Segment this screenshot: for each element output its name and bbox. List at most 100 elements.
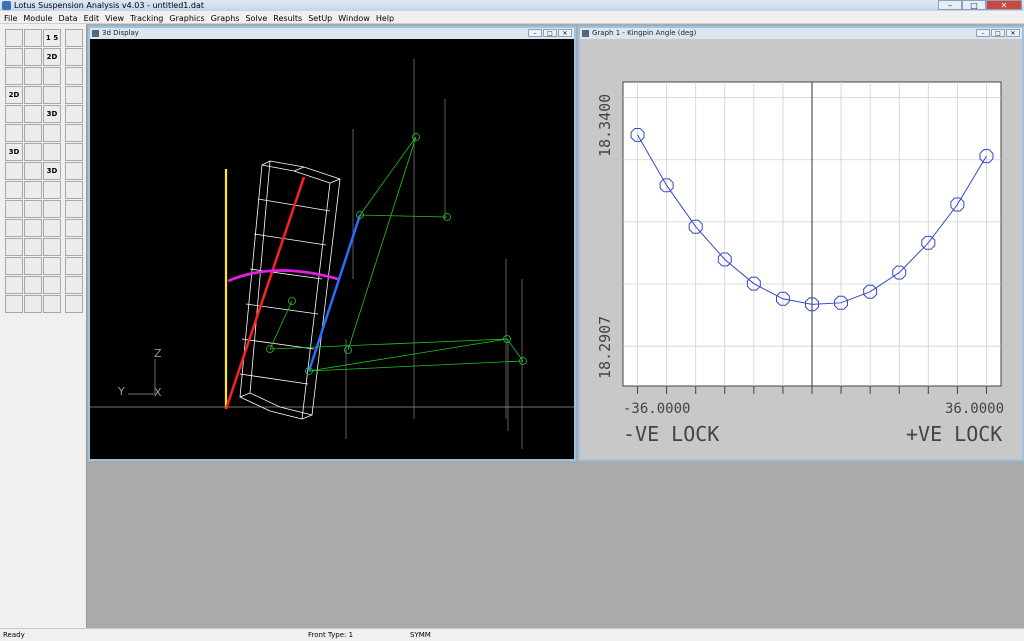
- window-graph-1[interactable]: Graph 1 - Kingpin Angle (deg) – □ ✕ 18.2…: [578, 26, 1024, 461]
- image-icon[interactable]: [43, 295, 61, 313]
- cube-icon[interactable]: [24, 181, 42, 199]
- roll-2d-icon[interactable]: 2D: [5, 86, 23, 104]
- window-3d-display-title: 3d Display: [102, 29, 139, 37]
- kingpin-angle-chart[interactable]: 18.2907 18.3400 -36.0000 36.0000 -VE LOC…: [580, 39, 1022, 459]
- window-graph-1-caption[interactable]: Graph 1 - Kingpin Angle (deg) – □ ✕: [580, 28, 1022, 39]
- bump-3d-icon[interactable]: [5, 105, 23, 123]
- x-tick-label-max: 36.0000: [945, 401, 1004, 417]
- front-label-icon[interactable]: [65, 86, 83, 104]
- window-controls: – □ ✕: [938, 0, 1022, 10]
- points-icon[interactable]: [65, 219, 83, 237]
- menu-results[interactable]: Results: [270, 13, 305, 25]
- car-side-icon[interactable]: [43, 200, 61, 218]
- car-icon[interactable]: [43, 238, 61, 256]
- green-cube-icon[interactable]: [24, 162, 42, 180]
- minimize-button[interactable]: –: [976, 29, 990, 37]
- green-cube-icon[interactable]: [24, 200, 42, 218]
- app-icon: [2, 1, 11, 10]
- menu-window[interactable]: Window: [335, 13, 373, 25]
- crosshair-icon[interactable]: [5, 219, 23, 237]
- teal-link-icon[interactable]: [5, 257, 23, 275]
- move-icon[interactable]: [5, 276, 23, 294]
- move-icon[interactable]: [5, 295, 23, 313]
- close-button[interactable]: ✕: [986, 0, 1022, 10]
- menu-bar: File Module Data Edit View Tracking Graphics Gr…: [0, 11, 1024, 24]
- axes-icon[interactable]: [5, 200, 23, 218]
- menu-setup[interactable]: SetUp: [305, 13, 335, 25]
- wave-icon[interactable]: [24, 105, 42, 123]
- tool-icon[interactable]: [65, 48, 83, 66]
- report-icon[interactable]: [65, 29, 83, 47]
- values-icon[interactable]: [43, 67, 61, 85]
- roll-3d-icon[interactable]: [5, 124, 23, 142]
- car-icon[interactable]: [5, 181, 23, 199]
- red-dots-icon[interactable]: [5, 238, 23, 256]
- tyre-icon[interactable]: [65, 143, 83, 161]
- minimize-button[interactable]: –: [528, 29, 542, 37]
- window-3d-display-caption[interactable]: 3d Display – □ ✕: [90, 28, 574, 39]
- wheel-icon[interactable]: [43, 124, 61, 142]
- y-tick-label-max: 18.3400: [596, 94, 614, 157]
- close-button[interactable]: ✕: [558, 29, 572, 37]
- menu-graphs[interactable]: Graphs: [208, 13, 243, 25]
- viewport-3d[interactable]: Z Y X: [90, 39, 574, 459]
- cursor-icon[interactable]: [24, 257, 42, 275]
- menu-tracking[interactable]: Tracking: [127, 13, 166, 25]
- tyre-icon[interactable]: [65, 124, 83, 142]
- green-link-icon[interactable]: [43, 143, 61, 161]
- window-graph-1-controls: – □ ✕: [976, 29, 1020, 37]
- close-button[interactable]: ✕: [1006, 29, 1020, 37]
- pointer-icon[interactable]: [24, 295, 42, 313]
- spring-icon[interactable]: [43, 86, 61, 104]
- menu-graphics[interactable]: Graphics: [166, 13, 207, 25]
- red-dot-icon[interactable]: 2D: [43, 48, 61, 66]
- y-tick-label-min: 18.2907: [596, 316, 614, 379]
- settings-icon[interactable]: [65, 257, 83, 275]
- zoom-icon[interactable]: [24, 67, 42, 85]
- folder-open-icon[interactable]: [5, 29, 23, 47]
- axis-z-label: Z: [154, 347, 162, 360]
- car-icon[interactable]: [5, 162, 23, 180]
- cube-icon[interactable]: [24, 143, 42, 161]
- rotate-icon[interactable]: [24, 86, 42, 104]
- axes-small-icon[interactable]: [24, 238, 42, 256]
- graph-icon: [582, 30, 589, 37]
- car-icon[interactable]: [43, 257, 61, 275]
- car-side-icon[interactable]: [43, 219, 61, 237]
- axis-y-label: Y: [117, 385, 125, 398]
- minimize-button[interactable]: –: [938, 0, 962, 10]
- bump-2d-icon[interactable]: [5, 67, 23, 85]
- open-diff-icon[interactable]: [65, 238, 83, 256]
- maximize-button[interactable]: □: [962, 0, 986, 10]
- hand-icon[interactable]: [24, 48, 42, 66]
- ruler-icon[interactable]: 3D: [43, 105, 61, 123]
- mode-2d-3d-icon[interactable]: [65, 295, 83, 313]
- window-3d-display[interactable]: 3d Display – □ ✕ Z Y X: [88, 26, 576, 461]
- car-front-icon[interactable]: [65, 181, 83, 199]
- points-icon[interactable]: [65, 67, 83, 85]
- status-bar: Ready Front Type: 1 SYMM: [0, 628, 1024, 641]
- negative-lock-label: -VE LOCK: [623, 422, 719, 446]
- view-icon[interactable]: [24, 276, 42, 294]
- steer-3d-icon[interactable]: 3D: [5, 143, 23, 161]
- menu-help[interactable]: Help: [373, 13, 397, 25]
- lines-icon[interactable]: [65, 105, 83, 123]
- steer-3d-glyph: 3D: [8, 148, 20, 156]
- blank-icon[interactable]: [24, 29, 42, 47]
- maximize-button[interactable]: □: [991, 29, 1005, 37]
- copy-icon[interactable]: [5, 48, 23, 66]
- grid-icon[interactable]: [65, 276, 83, 294]
- diagonal-icon[interactable]: [65, 200, 83, 218]
- menu-solve[interactable]: Solve: [242, 13, 270, 25]
- ruler-glyph: 3D: [46, 110, 58, 118]
- graph-icon[interactable]: [65, 162, 83, 180]
- menu-view[interactable]: View: [102, 13, 127, 25]
- blank-icon[interactable]: 3D: [43, 162, 61, 180]
- car-icon[interactable]: [43, 276, 61, 294]
- axes-small-icon[interactable]: [24, 219, 42, 237]
- numbers-icon[interactable]: 1 5: [43, 29, 61, 47]
- curve-icon[interactable]: [24, 124, 42, 142]
- app-title: Lotus Suspension Analysis v4.03 - untitl…: [14, 1, 205, 10]
- maximize-button[interactable]: □: [543, 29, 557, 37]
- red-car-icon[interactable]: [43, 181, 61, 199]
